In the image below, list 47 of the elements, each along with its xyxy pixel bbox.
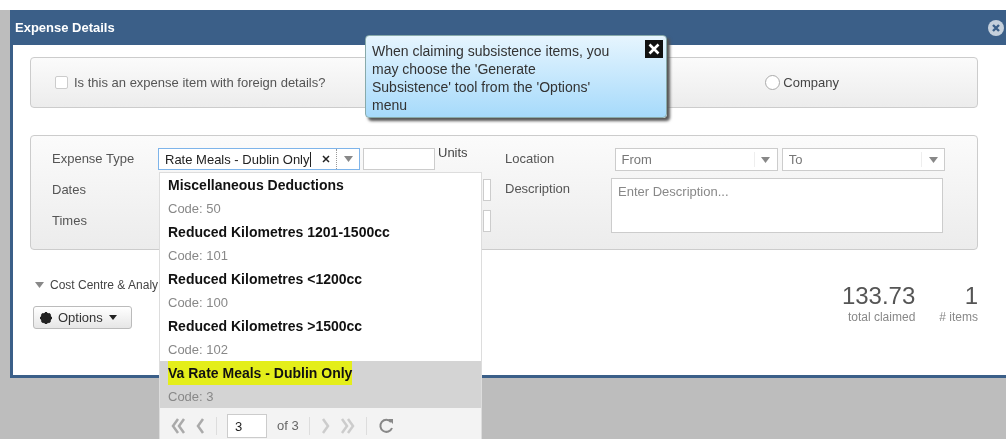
field-label: Location xyxy=(505,150,556,168)
item-name: Miscellaneous Deductions xyxy=(168,176,344,195)
dropdown-item[interactable]: Va Rate Meals - Dublin Only Code: 3 xyxy=(160,361,481,408)
expense-type-combo[interactable]: Rate Meals - Dublin Only xyxy=(158,148,360,170)
caret-icon xyxy=(108,315,117,320)
field-label: Times xyxy=(52,212,88,230)
item-name: Va Rate Meals - Dublin Only xyxy=(168,361,353,385)
total-label: # items xyxy=(939,310,978,324)
dropdown-arrow-icon xyxy=(761,156,771,163)
dates-field[interactable] xyxy=(483,179,491,201)
total-value: 1 xyxy=(964,282,978,310)
item-name: Reduced Kilometres <1200cc xyxy=(168,270,363,289)
units-field[interactable] xyxy=(363,148,435,170)
dialog-title: Expense Details xyxy=(15,20,115,35)
item-code: Code: 3 xyxy=(168,388,214,406)
description-field[interactable]: Enter Description... xyxy=(611,178,943,233)
times-field[interactable] xyxy=(483,210,491,232)
radio-label: Company xyxy=(783,75,839,90)
item-name: Reduced Kilometres >1500cc xyxy=(168,317,363,336)
item-code: Code: 100 xyxy=(168,294,228,312)
field-label: Description xyxy=(505,180,572,198)
item-code: Code: 102 xyxy=(168,341,228,359)
item-name: Reduced Kilometres 1201-1500cc xyxy=(168,223,390,242)
options-button[interactable]: Options xyxy=(33,306,132,329)
checkbox[interactable] xyxy=(55,76,68,89)
dropdown-arrow-icon xyxy=(343,156,353,162)
combo-value: Rate Meals - Dublin Only xyxy=(164,151,312,167)
field-label: Dates xyxy=(52,181,87,199)
from-select[interactable]: From xyxy=(614,148,778,171)
to-select[interactable]: To xyxy=(781,148,945,171)
close-icon[interactable] xyxy=(645,40,663,58)
foreign-details-label: Is this an expense item with foreign details? xyxy=(74,75,326,90)
item-code: Code: 101 xyxy=(168,247,228,265)
total-value: 133.73 xyxy=(841,282,916,310)
cost-centre-toggle[interactable]: Cost Centre & Analy xyxy=(50,278,159,292)
clear-icon[interactable] xyxy=(322,155,330,163)
radio-button[interactable] xyxy=(765,75,781,90)
expand-triangle-icon xyxy=(35,282,44,288)
item-code: Code: 50 xyxy=(168,200,221,218)
units-label: Units xyxy=(438,145,468,160)
page-count: of 3 xyxy=(277,417,299,435)
field-label: Expense Type xyxy=(52,150,136,168)
page-field[interactable]: 3 xyxy=(227,414,267,438)
tooltip-text: When claiming subsistence items, you may choose the 'Generate Subsistence' tool from the 'Options' menu xyxy=(372,43,610,113)
gear-icon xyxy=(40,311,52,324)
dropdown-arrow-icon xyxy=(928,156,938,163)
total-label: total claimed xyxy=(847,310,916,324)
